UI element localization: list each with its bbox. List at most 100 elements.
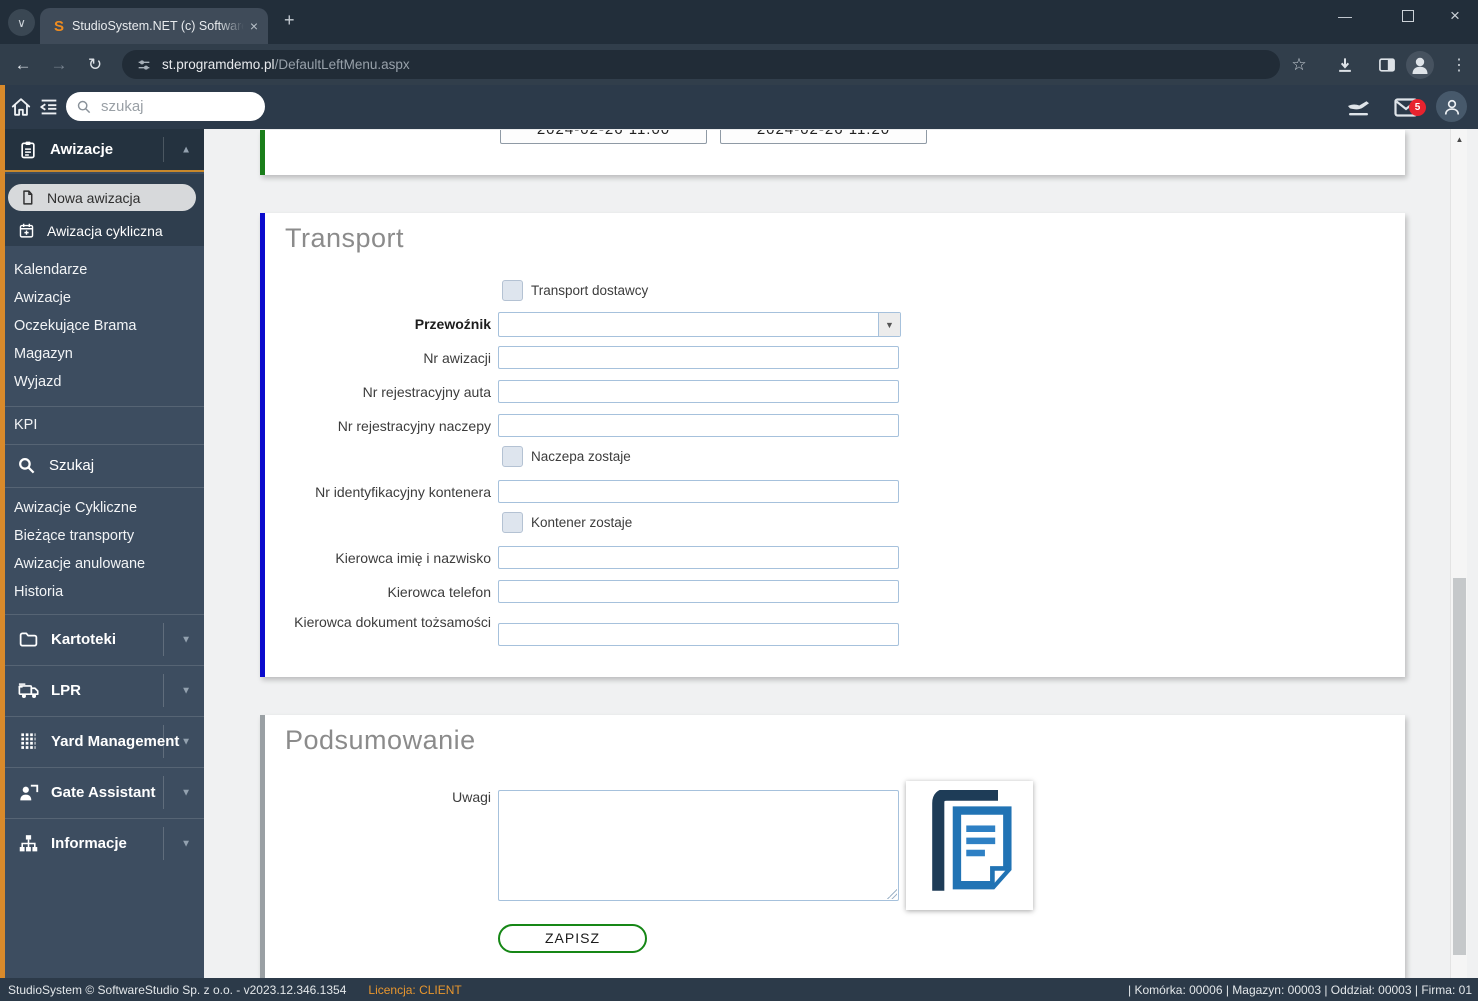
collapse-menu-button[interactable]	[38, 96, 60, 118]
sidebar-item-label: Szukaj	[49, 456, 95, 474]
sidebar-group-yard-management[interactable]: Yard Management ▼	[0, 716, 204, 766]
tab-title: StudioSystem.NET (c) SoftwareS	[72, 19, 244, 33]
browser-tab[interactable]: S StudioSystem.NET (c) SoftwareS ×	[40, 8, 268, 44]
divider	[163, 776, 164, 809]
kontener-zostaje-row: Kontener zostaje	[502, 512, 632, 533]
status-bar: StudioSystem © SoftwareStudio Sp. z o.o.…	[0, 978, 1478, 1001]
site-favicon-icon: S	[54, 17, 65, 35]
nr-rejestracyjny-naczepy-input[interactable]	[498, 414, 899, 437]
naczepa-zostaje-checkbox[interactable]	[502, 446, 523, 467]
user-account-button[interactable]	[1436, 91, 1467, 122]
downloads-button[interactable]	[1332, 52, 1358, 78]
divider	[0, 406, 204, 407]
divider	[0, 444, 204, 445]
browser-profile-button[interactable]	[1406, 51, 1434, 79]
window-maximize-button[interactable]	[1388, 0, 1428, 32]
section-title-podsumowanie: Podsumowanie	[285, 725, 476, 755]
browser-menu-button[interactable]: ⋮	[1446, 52, 1472, 78]
reload-button[interactable]: ↻	[82, 52, 108, 78]
sidebar-item-kpi[interactable]: KPI	[0, 412, 204, 438]
sidebar-group-gate-assistant[interactable]: Gate Assistant ▼	[0, 767, 204, 817]
plane-landing-icon	[1348, 101, 1369, 116]
tab-search-button[interactable]: ∨	[8, 9, 35, 36]
document-illustration	[906, 781, 1033, 910]
time-from-button[interactable]: 2024-02-26 11:00	[500, 130, 707, 144]
window-close-button[interactable]: ×	[1435, 0, 1475, 32]
tab-close-icon[interactable]: ×	[250, 18, 258, 34]
new-tab-button[interactable]: +	[284, 10, 295, 31]
sidebar-item-szukaj[interactable]: Szukaj	[0, 449, 204, 481]
sidebar-item-wyjazd[interactable]: Wyjazd	[0, 369, 204, 395]
time-to-button[interactable]: 2024-02-26 11:20	[720, 130, 927, 144]
time-section-card: 2024-02-26 11:00 2024-02-26 11:20	[260, 130, 1405, 175]
home-button[interactable]	[10, 96, 32, 118]
sidebar-item-nowa-awizacja[interactable]: Nowa awizacja	[8, 184, 196, 211]
transport-dostawcy-checkbox[interactable]	[502, 280, 523, 301]
chevron-down-icon[interactable]: ▼	[181, 634, 191, 645]
page-scrollbar[interactable]: ▲	[1450, 129, 1467, 978]
kierowca-dokument-label: Kierowca dokument tożsamości	[294, 614, 491, 630]
url-path: /DefaultLeftMenu.aspx	[274, 57, 410, 72]
nr-rejestracyjny-auta-input[interactable]	[498, 380, 899, 403]
uwagi-textarea[interactable]	[498, 790, 899, 901]
sidebar-item-magazyn[interactable]: Magazyn	[0, 341, 204, 367]
przewoznik-dropdown[interactable]: ▼	[498, 312, 901, 337]
nr-rejestracyjny-naczepy-label: Nr rejestracyjny naczepy	[337, 418, 491, 434]
chevron-down-icon[interactable]: ▼	[181, 787, 191, 798]
search-input[interactable]	[101, 98, 231, 115]
dropdown-arrow-icon[interactable]: ▼	[878, 313, 900, 336]
address-bar[interactable]: st.programdemo.pl/DefaultLeftMenu.aspx	[122, 50, 1280, 79]
search-icon	[17, 456, 36, 475]
kierowca-telefon-input[interactable]	[498, 580, 899, 603]
departures-button[interactable]	[1346, 95, 1372, 119]
save-button[interactable]: ZAPISZ	[498, 924, 647, 953]
window-minimize-button[interactable]: —	[1325, 0, 1365, 32]
sidebar-item-awizacje[interactable]: Awizacje	[0, 285, 204, 311]
chevron-down-icon: ∨	[17, 15, 26, 30]
collapse-up-icon[interactable]: ▲	[181, 144, 191, 155]
checkbox-label: Transport dostawcy	[531, 283, 649, 298]
sidebar-submenu: Nowa awizacja Awizacja cykliczna	[0, 174, 204, 246]
clipboard-icon	[18, 140, 38, 160]
sidebar-group-lpr[interactable]: LPR ▼	[0, 665, 204, 715]
scrollbar-thumb[interactable]	[1453, 578, 1466, 955]
sidebar-group-informacje[interactable]: Informacje ▼	[0, 818, 204, 868]
kierowca-dokument-input[interactable]	[498, 623, 899, 646]
outdent-menu-icon	[40, 99, 57, 115]
sidebar-item-kalendarze[interactable]: Kalendarze	[0, 257, 204, 283]
side-panel-button[interactable]	[1374, 52, 1400, 78]
nr-awizacji-input[interactable]	[498, 346, 899, 369]
kierowca-telefon-label: Kierowca telefon	[387, 584, 491, 600]
back-button[interactable]: ←	[10, 52, 36, 78]
sidebar-group-label: Gate Assistant	[51, 784, 156, 801]
sidebar-item-awizacje-anulowane[interactable]: Awizacje anulowane	[0, 551, 204, 577]
forward-button[interactable]: →	[46, 52, 72, 78]
transport-dostawcy-row: Transport dostawcy	[502, 280, 648, 301]
nr-rejestracyjny-auta-label: Nr rejestracyjny auta	[362, 384, 491, 400]
sidebar-item-oczekujace-brama[interactable]: Oczekujące Brama	[0, 313, 204, 339]
sidebar-group-awizacje[interactable]: Awizacje ▲	[0, 129, 204, 172]
sidebar-item-awizacje-cykliczne[interactable]: Awizacje Cykliczne	[0, 495, 204, 521]
dot-grid-icon	[18, 731, 39, 752]
sidebar-item-historia[interactable]: Historia	[0, 579, 204, 605]
kontener-zostaje-checkbox[interactable]	[502, 512, 523, 533]
site-settings-icon[interactable]	[136, 57, 152, 73]
scroll-up-icon[interactable]: ▲	[1451, 135, 1468, 144]
kierowca-imie-input[interactable]	[498, 546, 899, 569]
chevron-down-icon[interactable]: ▼	[181, 736, 191, 747]
nr-kontenera-input[interactable]	[498, 480, 899, 503]
copyright-text: StudioSystem © SoftwareStudio Sp. z o.o.…	[8, 982, 347, 997]
context-info: | Komórka: 00006 | Magazyn: 00003 | Oddz…	[1128, 982, 1472, 997]
user-icon	[1444, 99, 1459, 115]
uwagi-label: Uwagi	[452, 789, 491, 805]
sidebar-item-awizacja-cykliczna[interactable]: Awizacja cykliczna	[0, 217, 204, 244]
chevron-down-icon[interactable]: ▼	[181, 685, 191, 696]
bookmark-star-icon[interactable]: ☆	[1286, 52, 1312, 78]
download-icon	[1339, 58, 1351, 72]
sidebar-group-kartoteki[interactable]: Kartoteki ▼	[0, 614, 204, 664]
truck-icon	[18, 680, 39, 701]
chevron-down-icon[interactable]: ▼	[181, 838, 191, 849]
sidebar-item-biezace-transporty[interactable]: Bieżące transporty	[0, 523, 204, 549]
gate-person-icon	[18, 782, 39, 803]
divider	[163, 674, 164, 707]
